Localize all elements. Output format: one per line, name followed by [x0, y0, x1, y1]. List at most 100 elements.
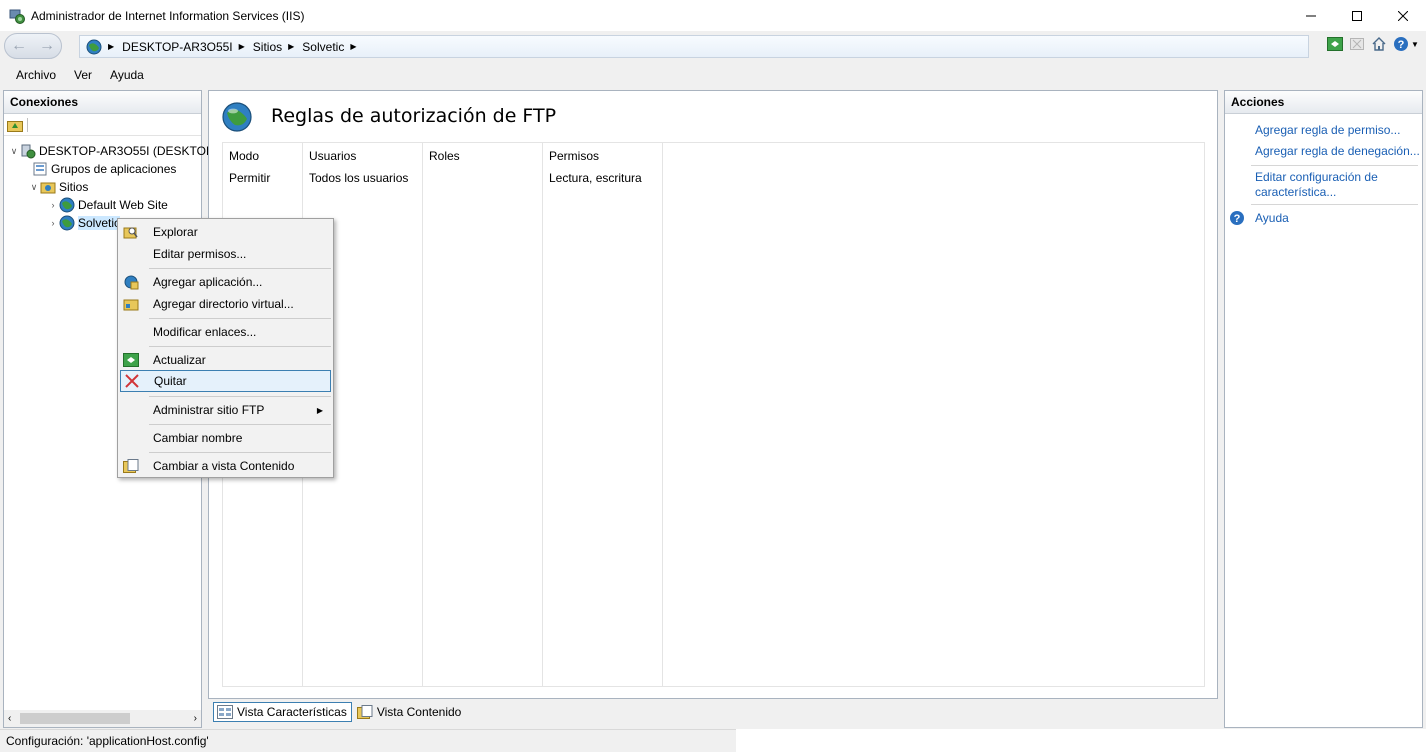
forward-arrow-icon[interactable]: →: [39, 37, 55, 55]
tab-features-view[interactable]: Vista Características: [213, 702, 352, 722]
authorization-rules-table: Modo Usuarios Roles Permisos Permitir To…: [222, 142, 1205, 687]
home-icon[interactable]: [1370, 35, 1388, 53]
tree-item-solvetic[interactable]: › Solvetic: [47, 214, 121, 232]
chevron-right-icon[interactable]: ›: [47, 218, 59, 228]
minimize-button[interactable]: [1288, 0, 1334, 31]
breadcrumb-separator-icon[interactable]: ▶: [108, 42, 114, 51]
globe-icon: [59, 215, 75, 231]
column-header-users[interactable]: Usuarios: [309, 149, 356, 163]
scroll-left-icon[interactable]: ‹: [8, 713, 11, 724]
column-header-permissions[interactable]: Permisos: [549, 149, 599, 163]
address-bar[interactable]: ▶ DESKTOP-AR3O55I ▶ Sitios ▶ Solvetic ▶: [79, 35, 1309, 58]
menu-item-refresh[interactable]: Actualizar: [120, 349, 331, 371]
add-deny-rule-link[interactable]: Agregar regla de denegación...: [1225, 141, 1422, 162]
help-dropdown-icon[interactable]: ? ▼: [1392, 35, 1420, 53]
edit-feature-settings-link[interactable]: Editar configuración de característica..…: [1225, 169, 1422, 201]
table-row-mode[interactable]: Permitir: [229, 171, 270, 185]
chevron-right-icon[interactable]: ▶: [350, 42, 356, 51]
menu-separator: [149, 346, 331, 347]
status-bar-filler: [736, 729, 1426, 752]
title-bar: Administrador de Internet Information Se…: [0, 0, 1426, 31]
stop-icon[interactable]: [1348, 35, 1366, 53]
up-level-icon[interactable]: [7, 118, 23, 132]
breadcrumb-sites[interactable]: Sitios ▶: [253, 40, 303, 54]
breadcrumb-solvetic[interactable]: Solvetic ▶: [302, 40, 364, 54]
actions-panel: Acciones Agregar regla de permiso... Agr…: [1224, 90, 1423, 728]
iis-app-icon: [9, 8, 25, 24]
back-arrow-icon[interactable]: ←: [11, 37, 27, 55]
column-header-mode[interactable]: Modo: [229, 149, 259, 163]
close-button[interactable]: [1380, 0, 1426, 31]
actions-header: Acciones: [1225, 91, 1422, 114]
menu-separator: [149, 318, 331, 319]
connections-header: Conexiones: [4, 91, 201, 114]
add-allow-rule-link[interactable]: Agregar regla de permiso...: [1225, 120, 1422, 141]
column-roles: [423, 143, 543, 686]
add-application-icon: [123, 274, 139, 290]
menu-ver[interactable]: Ver: [65, 68, 101, 82]
horizontal-scrollbar[interactable]: ‹ ›: [4, 710, 201, 727]
navigation-bar: ← → ▶ DESKTOP-AR3O55I ▶ Sitios ▶ Solvetic ▶…: [0, 31, 1426, 62]
menu-archivo[interactable]: Archivo: [0, 68, 65, 82]
breadcrumb-server[interactable]: DESKTOP-AR3O55I ▶: [122, 40, 253, 54]
connections-toolbar: [4, 114, 201, 136]
chevron-down-icon[interactable]: ∨: [28, 182, 40, 193]
chevron-right-icon[interactable]: ›: [47, 200, 59, 210]
server-icon: [20, 143, 36, 159]
view-tabs: Vista Características Vista Contenido: [208, 702, 465, 724]
tree-item-server[interactable]: ∨ DESKTOP-AR3O55I (DESKTOP: [8, 142, 214, 160]
tree-item-app-pools[interactable]: Grupos de aplicaciones: [32, 160, 176, 178]
menu-bar: Archivo Ver Ayuda: [0, 62, 1426, 88]
menu-item-explore[interactable]: Explorar: [120, 221, 331, 243]
chevron-down-icon[interactable]: ∨: [8, 146, 20, 157]
menu-item-manage-ftp-site[interactable]: Administrar sitio FTP ▶: [120, 399, 331, 421]
menu-item-edit-bindings[interactable]: Modificar enlaces...: [120, 321, 331, 343]
content-view-icon: [123, 458, 139, 474]
menu-item-remove[interactable]: Quitar: [120, 370, 331, 392]
add-virtual-directory-icon: [123, 296, 139, 312]
scroll-right-icon[interactable]: ›: [194, 713, 197, 724]
address-tools: ? ▼: [1326, 35, 1426, 53]
site-context-menu: Explorar Editar permisos... Agregar apli…: [117, 218, 334, 478]
delete-x-icon: [124, 373, 140, 389]
actions-list: Agregar regla de permiso... Agregar regl…: [1225, 114, 1422, 226]
maximize-button[interactable]: [1334, 0, 1380, 31]
help-icon: ?: [1229, 210, 1245, 226]
chevron-right-icon[interactable]: ▶: [288, 42, 294, 51]
content-view-icon: [356, 705, 373, 719]
menu-item-edit-permissions[interactable]: Editar permisos...: [120, 243, 331, 265]
tab-content-view[interactable]: Vista Contenido: [354, 702, 466, 722]
explore-icon: [123, 224, 139, 240]
table-row-users[interactable]: Todos los usuarios: [309, 171, 408, 185]
tree-item-sites[interactable]: ∨ Sitios: [28, 178, 89, 196]
svg-text:?: ?: [1234, 213, 1241, 225]
chevron-right-icon[interactable]: ▶: [239, 42, 245, 51]
scrollbar-thumb[interactable]: [20, 713, 130, 724]
svg-text:?: ?: [1398, 39, 1405, 51]
page-title: Reglas de autorización de FTP: [271, 105, 557, 127]
sites-folder-icon: [40, 179, 56, 195]
menu-ayuda[interactable]: Ayuda: [101, 68, 153, 82]
menu-item-add-application[interactable]: Agregar aplicación...: [120, 271, 331, 293]
tree-item-default-web-site[interactable]: › Default Web Site: [47, 196, 168, 214]
globe-icon: [86, 39, 102, 55]
refresh-icon[interactable]: [1326, 35, 1344, 53]
menu-separator: [149, 268, 331, 269]
menu-item-add-virtual-directory[interactable]: Agregar directorio virtual...: [120, 293, 331, 315]
menu-separator: [149, 396, 331, 397]
status-bar: Configuración: 'applicationHost.config': [0, 729, 736, 752]
globe-icon: [221, 101, 253, 136]
globe-icon: [59, 197, 75, 213]
divider: [1251, 165, 1418, 166]
window-title: Administrador de Internet Information Se…: [31, 8, 305, 23]
menu-item-switch-to-content-view[interactable]: Cambiar a vista Contenido: [120, 455, 331, 477]
refresh-icon: [123, 352, 139, 368]
menu-separator: [149, 452, 331, 453]
menu-item-rename[interactable]: Cambiar nombre: [120, 427, 331, 449]
table-row-permissions[interactable]: Lectura, escritura: [549, 171, 642, 185]
status-text: Configuración: 'applicationHost.config': [6, 734, 209, 748]
features-view-icon: [217, 705, 233, 719]
menu-separator: [149, 424, 331, 425]
help-link[interactable]: ? Ayuda: [1225, 208, 1422, 226]
column-header-roles[interactable]: Roles: [429, 149, 460, 163]
